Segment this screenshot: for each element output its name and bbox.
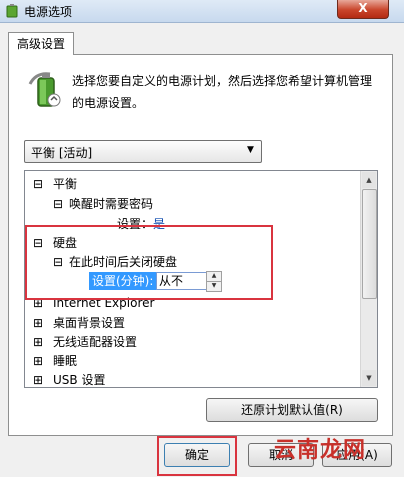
tree-item-label: 唤醒时需要密码 xyxy=(69,197,154,211)
tree-item-label: USB 设置 xyxy=(53,373,106,387)
collapse-icon[interactable]: ⊟ xyxy=(33,175,43,193)
tree-item-label: 睡眠 xyxy=(53,354,78,368)
restore-defaults-button[interactable]: 还原计划默认值(R) xyxy=(206,398,378,422)
expand-icon[interactable]: ⊞ xyxy=(33,352,43,370)
collapse-icon[interactable]: ⊟ xyxy=(53,195,63,213)
scroll-up-icon[interactable]: ▲ xyxy=(362,172,376,188)
battery-icon xyxy=(28,72,61,107)
window-title: 电源选项 xyxy=(24,5,73,19)
tree-item-label: 无线适配器设置 xyxy=(53,335,138,349)
watermark: 云南龙网 xyxy=(274,438,367,463)
scroll-thumb[interactable] xyxy=(362,189,377,299)
description-text: 选择您要自定义的电源计划，然后选择您希望计算机管理的电源设置。 xyxy=(72,74,373,110)
chevron-down-icon: ▼ xyxy=(247,145,254,155)
tree-item-label: 平衡 xyxy=(53,177,78,191)
scroll-down-icon[interactable]: ▼ xyxy=(362,370,376,386)
power-plan-value: 平衡 [活动] xyxy=(31,146,93,160)
tab-advanced-settings[interactable]: 高级设置 xyxy=(8,32,74,55)
expand-icon[interactable]: ⊞ xyxy=(33,333,43,351)
close-button[interactable]: X xyxy=(337,0,389,19)
expand-icon[interactable]: ⊞ xyxy=(33,314,43,332)
power-plan-select[interactable]: 平衡 [活动] ▼ xyxy=(24,140,262,163)
ok-button[interactable]: 确定 xyxy=(164,443,230,467)
tree-item-label: 桌面背景设置 xyxy=(53,316,126,330)
expand-icon[interactable]: ⊞ xyxy=(33,371,43,387)
title-bar: 电源选项 X xyxy=(0,0,404,23)
tree-scrollbar[interactable]: ▲ ▼ xyxy=(360,171,377,387)
power-options-icon xyxy=(6,4,18,18)
hard-disk-highlight-box xyxy=(25,225,273,300)
